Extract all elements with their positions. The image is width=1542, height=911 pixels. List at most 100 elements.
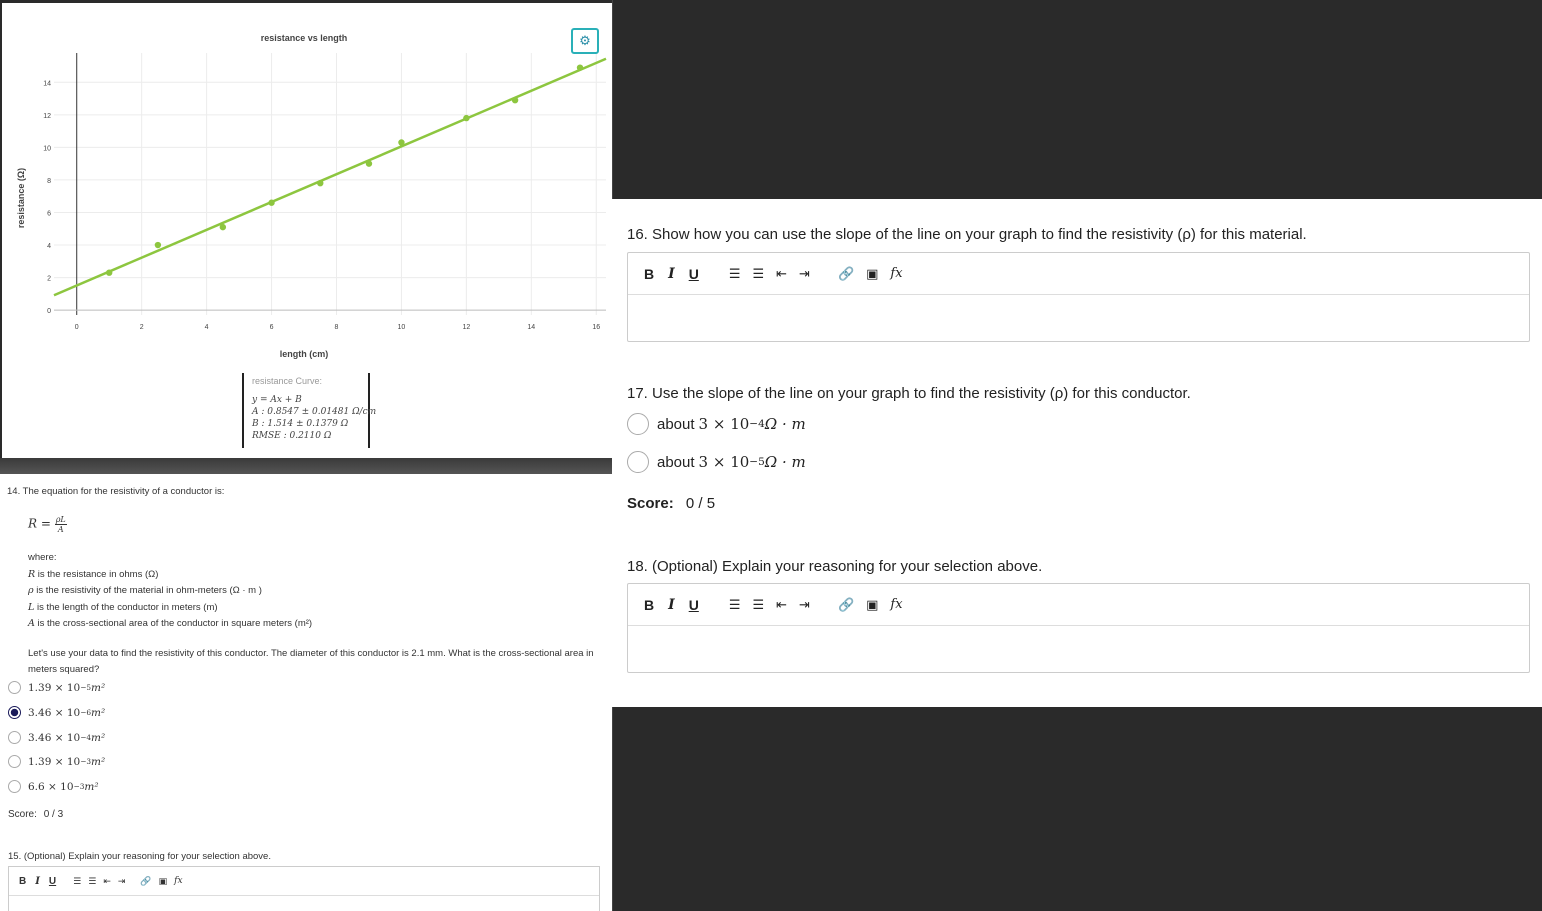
q15-title: 15. (Optional) Explain your reasoning fo… xyxy=(8,851,271,862)
where-label: where: xyxy=(28,552,57,563)
outdent-icon[interactable]: ⇤ xyxy=(776,266,787,282)
fit-title: resistance Curve: xyxy=(252,376,323,386)
x-tick-label: 16 xyxy=(592,324,600,331)
data-point xyxy=(463,114,470,122)
underline-button[interactable]: U xyxy=(49,876,56,887)
chart-bottom-bar xyxy=(0,458,612,474)
def-r: R is the resistance in ohms (Ω) xyxy=(28,568,159,580)
bold-button[interactable]: B xyxy=(19,876,26,887)
q14-option-5[interactable]: 6.6 × 10 −3 m² xyxy=(8,780,99,793)
gear-icon: ⚙ xyxy=(579,33,591,48)
ordered-list-icon[interactable]: ☰ xyxy=(729,597,741,613)
x-tick-label: 10 xyxy=(398,324,406,331)
q18-editor[interactable]: B I U ☰ ☰ ⇤ ⇥ 🔗 ▣ fx xyxy=(627,583,1530,673)
q14-option-1[interactable]: 1.39 × 10 −5 m² xyxy=(8,681,105,694)
q17-option-2[interactable]: about 3 × 10 −5 Ω · m xyxy=(627,451,806,473)
formula-button[interactable]: fx xyxy=(890,597,902,612)
def-a: A is the cross-sectional area of the con… xyxy=(28,618,313,629)
italic-button[interactable]: I xyxy=(35,876,40,887)
q17-title: 17. Use the slope of the line on your gr… xyxy=(627,385,1191,402)
radio-button[interactable] xyxy=(627,413,649,435)
chart-grid xyxy=(54,53,606,315)
radio-button[interactable] xyxy=(8,731,21,744)
x-tick-label: 2 xyxy=(140,324,144,331)
radio-button[interactable] xyxy=(8,755,21,768)
data-point xyxy=(317,179,324,187)
indent-icon[interactable]: ⇥ xyxy=(799,597,810,613)
bullet-list-icon[interactable]: ☰ xyxy=(88,876,96,887)
y-tick-label: 10 xyxy=(43,145,51,152)
data-point xyxy=(154,241,162,249)
italic-button[interactable]: I xyxy=(668,597,675,613)
y-axis-label: resistance (Ω) xyxy=(16,168,26,228)
editor-toolbar: B I U ☰ ☰ ⇤ ⇥ 🔗 ▣ fx xyxy=(628,584,1529,626)
formula-numerator: ρL xyxy=(54,515,67,525)
data-point xyxy=(219,223,227,231)
image-icon[interactable]: ▣ xyxy=(866,266,878,282)
q14-prompt: Let's use your data to find the resistiv… xyxy=(28,648,594,675)
italic-button[interactable]: I xyxy=(668,266,675,282)
radio-button-selected[interactable] xyxy=(8,706,21,719)
underline-button[interactable]: U xyxy=(689,597,699,613)
q14-title: 14. The equation for the resistivity of … xyxy=(7,486,225,497)
q16-editor[interactable]: B I U ☰ ☰ ⇤ ⇥ 🔗 ▣ fx xyxy=(627,252,1530,342)
y-tick-label: 12 xyxy=(43,113,51,120)
image-icon[interactable]: ▣ xyxy=(866,597,878,613)
data-point xyxy=(106,269,113,276)
bold-button[interactable]: B xyxy=(644,266,654,282)
q15-editor[interactable]: B I U ☰ ☰ ⇤ ⇥ 🔗 ▣ fx xyxy=(8,866,600,911)
fit-b-value: B : 1.514 ± 0.1379 Ω xyxy=(252,419,349,429)
data-point xyxy=(268,199,275,206)
link-icon[interactable]: 🔗 xyxy=(838,597,854,613)
x-tick-label: 8 xyxy=(335,324,339,331)
radio-button[interactable] xyxy=(8,780,21,793)
y-tick-label: 14 xyxy=(43,80,51,87)
ordered-list-icon[interactable]: ☰ xyxy=(73,876,81,887)
q14-option-2[interactable]: 3.46 × 10 −6 m² xyxy=(8,706,105,719)
data-point xyxy=(398,139,405,146)
y-tick-label: 2 xyxy=(47,276,51,283)
resistivity-formula: R = ρL A xyxy=(28,515,67,534)
data-point xyxy=(511,96,519,104)
link-icon[interactable]: 🔗 xyxy=(140,876,151,887)
chart-panel: resistance vs length 0 2 4 6 8 10 12 14 16 0 2 4 6 8 1… xyxy=(0,0,612,474)
ordered-list-icon[interactable]: ☰ xyxy=(729,266,741,282)
radio-button[interactable] xyxy=(8,681,21,694)
radio-button[interactable] xyxy=(627,451,649,473)
chart-title: resistance vs length xyxy=(261,33,348,43)
outdent-icon[interactable]: ⇤ xyxy=(776,597,787,613)
x-tick-label: 6 xyxy=(270,324,274,331)
def-rho: ρ is the resistivity of the material in … xyxy=(28,585,262,596)
indent-icon[interactable]: ⇥ xyxy=(799,266,810,282)
bullet-list-icon[interactable]: ☰ xyxy=(752,266,764,282)
y-tick-label: 8 xyxy=(47,178,51,185)
editor-toolbar: B I U ☰ ☰ ⇤ ⇥ 🔗 ▣ fx xyxy=(628,253,1529,295)
y-tick-label: 0 xyxy=(47,308,51,315)
q17-score: Score: 0 / 5 xyxy=(627,495,715,512)
chart-axes xyxy=(54,53,606,315)
q17-option-1[interactable]: about 3 × 10 −4 Ω · m xyxy=(627,413,806,435)
x-tick-label: 14 xyxy=(527,324,535,331)
formula-button[interactable]: fx xyxy=(890,266,902,281)
editor-toolbar: B I U ☰ ☰ ⇤ ⇥ 🔗 ▣ fx xyxy=(9,867,599,896)
indent-icon[interactable]: ⇥ xyxy=(118,876,126,887)
score-value: 0 / 3 xyxy=(43,809,64,820)
chart-tick-labels: 0 2 4 6 8 10 12 14 16 0 2 4 6 8 10 12 14 xyxy=(43,80,600,331)
fit-line-layer xyxy=(53,57,607,297)
bold-button[interactable]: B xyxy=(644,597,654,613)
data-point xyxy=(576,64,584,71)
bullet-list-icon[interactable]: ☰ xyxy=(752,597,764,613)
image-icon[interactable]: ▣ xyxy=(159,876,168,887)
formula-fraction: ρL A xyxy=(54,515,67,534)
fit-a-value: A : 0.8547 ± 0.01481 Ω/cm xyxy=(252,407,377,417)
curve-fit-box: resistance Curve: y = Ax + B A : 0.8547 … xyxy=(242,373,377,448)
formula-button[interactable]: fx xyxy=(174,876,182,886)
x-axis-label: length (cm) xyxy=(280,349,329,359)
outdent-icon[interactable]: ⇤ xyxy=(103,876,111,887)
q14-option-3[interactable]: 3.46 × 10 −4 m² xyxy=(8,731,105,744)
q16-title: 16. Show how you can use the slope of th… xyxy=(627,226,1307,243)
q14-option-4[interactable]: 1.39 × 10 −3 m² xyxy=(8,755,105,768)
underline-button[interactable]: U xyxy=(689,266,699,282)
chart-settings-button[interactable]: ⚙ xyxy=(571,28,599,54)
link-icon[interactable]: 🔗 xyxy=(838,266,854,282)
